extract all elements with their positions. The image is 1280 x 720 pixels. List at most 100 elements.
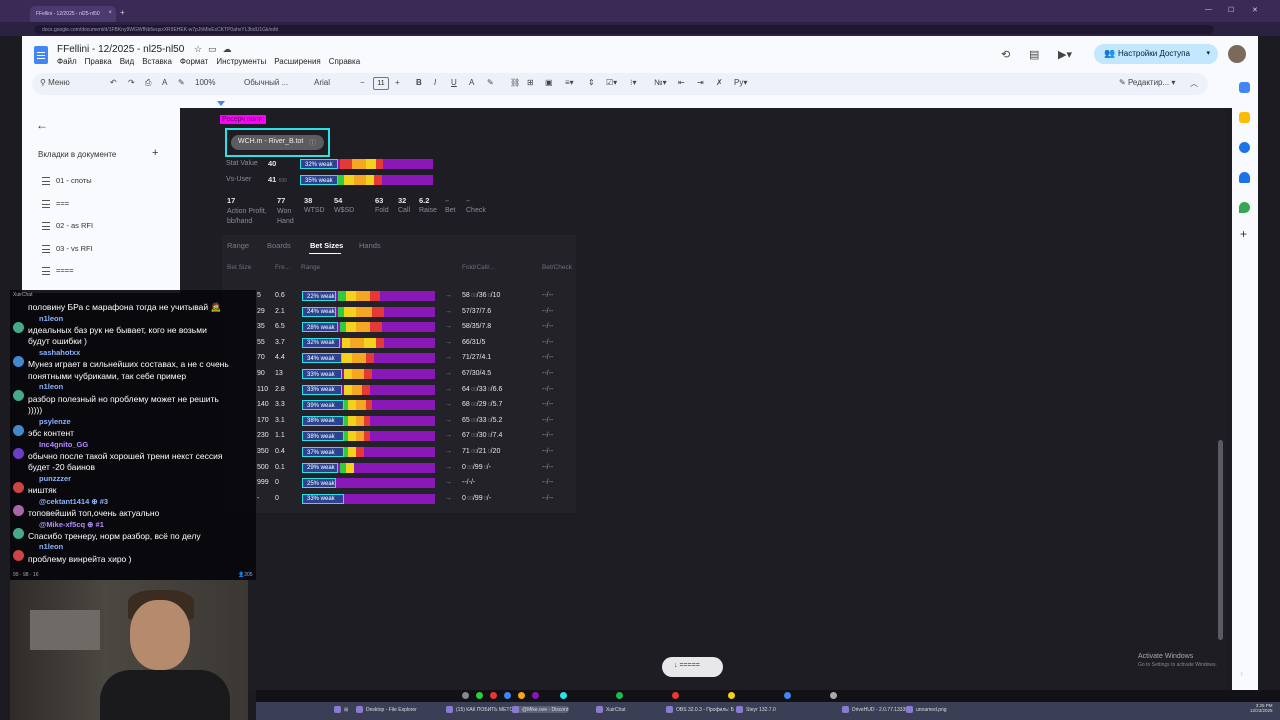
chat-username[interactable]: n1leon	[39, 382, 63, 391]
highlight-icon[interactable]: ✎	[487, 78, 494, 87]
star-icon[interactable]: ☆	[194, 44, 208, 54]
taskbar-item[interactable]: unnamed.png	[906, 706, 947, 713]
column-header-bet-size[interactable]: Bet Size	[227, 264, 251, 271]
chat-username[interactable]: sashahotxx	[39, 348, 80, 357]
docs-logo-icon[interactable]	[34, 46, 48, 64]
sidebar-item-spots[interactable]: 01 - споты	[42, 176, 92, 186]
menu-help[interactable]: Справка	[329, 57, 360, 66]
zoom-select[interactable]: 100%	[195, 78, 215, 87]
link-icon[interactable]: ⛓	[510, 78, 520, 87]
column-header-bet-check[interactable]: Bet/Check	[542, 264, 572, 271]
tray-app-icon[interactable]	[728, 692, 735, 699]
start-button[interactable]: ⊞	[334, 706, 348, 713]
tray-app-icon[interactable]	[560, 692, 567, 699]
line-spacing-icon[interactable]: ⇕	[588, 78, 595, 87]
taskbar-item[interactable]: (15) КАК ПОБИТЬ МЕТС	[446, 706, 513, 713]
menu-extensions[interactable]: Расширения	[274, 57, 321, 66]
editing-mode-select[interactable]: ✎ Редактир... ▾	[1119, 78, 1175, 87]
tasks-icon[interactable]	[1239, 142, 1250, 153]
column-header-frequency[interactable]: Fre...	[275, 264, 290, 271]
chat-username[interactable]: @Mike-xf5cq ⊕ #1	[39, 520, 104, 529]
keep-icon[interactable]	[1239, 112, 1250, 123]
menu-tools[interactable]: Инструменты	[216, 57, 266, 66]
tray-app-icon[interactable]	[784, 692, 791, 699]
menu-edit[interactable]: Правка	[85, 57, 112, 66]
text-color-icon[interactable]: A	[469, 78, 474, 87]
decrease-indent-icon[interactable]: ⇤	[678, 78, 685, 87]
tray-app-icon[interactable]	[532, 692, 539, 699]
checklist-icon[interactable]: ☑▾	[606, 78, 617, 87]
chevron-up-icon[interactable]: ︿	[1190, 78, 1198, 89]
comments-icon[interactable]: ▤	[1029, 48, 1039, 61]
back-arrow-icon[interactable]: ←	[36, 118, 48, 132]
font-size-input[interactable]: 11	[373, 77, 389, 90]
maps-icon[interactable]	[1239, 202, 1250, 213]
align-icon[interactable]: ≡▾	[565, 78, 574, 87]
contacts-icon[interactable]	[1239, 172, 1250, 183]
menu-file[interactable]: Файл	[57, 57, 77, 66]
tray-app-icon[interactable]	[462, 692, 469, 699]
paint-format-icon[interactable]: ✎	[178, 78, 185, 87]
tab-hands[interactable]: Hands	[359, 241, 381, 250]
input-tools-icon[interactable]: Py▾	[734, 78, 747, 87]
sidebar-item-as-rfi[interactable]: 02 - as RFI	[42, 221, 93, 231]
chat-username[interactable]: Inc4gnito_GG	[39, 440, 88, 449]
chat-username[interactable]: n1leon	[39, 542, 63, 551]
style-select[interactable]: Обычный ...	[244, 78, 288, 87]
maximize-icon[interactable]: ☐	[1228, 6, 1234, 14]
taskbar-item[interactable]: XuirChat	[596, 706, 625, 713]
print-icon[interactable]: ⎙	[145, 78, 151, 88]
chat-username[interactable]: n1leon	[39, 314, 63, 323]
system-clock[interactable]: 3:25 PM 12/23/2025	[1250, 703, 1273, 713]
share-button[interactable]: 👥 Настройки Доступа ▾	[1094, 44, 1218, 64]
meet-icon[interactable]: ▶▾	[1058, 48, 1072, 61]
taskbar-item[interactable]: DriveHUD - 2.0.77.13335	[842, 706, 908, 713]
cloud-icon[interactable]: ☁	[223, 44, 238, 54]
taskbar-item[interactable]: Steyr 132.7.0	[736, 706, 776, 713]
calendar-icon[interactable]	[1239, 82, 1250, 93]
browser-tab[interactable]: FFellini - 12/2025 - nl25-nl50 ×	[30, 6, 116, 22]
font-size-increase-icon[interactable]: +	[395, 78, 400, 87]
redo-icon[interactable]: ↷	[128, 78, 135, 87]
tab-range[interactable]: Range	[227, 241, 249, 250]
taskbar-item[interactable]: @Mike.ove - Discord	[512, 706, 569, 713]
clear-formatting-icon[interactable]: ✗	[716, 78, 723, 87]
tray-app-icon[interactable]	[490, 692, 497, 699]
sidebar-item-vs-rfi[interactable]: 03 - vs RFI	[42, 244, 93, 254]
chat-username[interactable]: @cektant1414 ⊕ #3	[39, 497, 108, 506]
menu-search[interactable]: ⚲ Меню	[40, 78, 70, 87]
tray-app-icon[interactable]	[476, 692, 483, 699]
tab-bet-sizes[interactable]: Bet Sizes	[310, 241, 343, 250]
scroll-to-outline-button[interactable]: ↓ =====	[662, 657, 723, 677]
tray-app-icon[interactable]	[830, 692, 837, 699]
minimize-icon[interactable]: —	[1205, 6, 1212, 13]
document-title[interactable]: FFellini - 12/2025 - nl25-nl50	[57, 44, 184, 55]
underline-icon[interactable]: U	[451, 78, 457, 87]
chevron-right-icon[interactable]: ›	[1240, 668, 1243, 678]
new-tab-icon[interactable]: +	[120, 8, 125, 17]
bold-icon[interactable]: B	[416, 78, 422, 87]
close-icon[interactable]: ×	[108, 10, 112, 16]
sidebar-item-separator-1[interactable]: ===	[42, 199, 69, 209]
column-header-range[interactable]: Range	[301, 264, 320, 271]
add-addon-icon[interactable]: +	[1240, 227, 1247, 241]
tray-app-icon[interactable]	[616, 692, 623, 699]
add-comment-icon[interactable]: ⊞	[527, 78, 534, 87]
avatar[interactable]	[1228, 45, 1246, 63]
history-icon[interactable]: ⟲	[1001, 48, 1010, 61]
player-selector[interactable]: WCH.m - River_B.tot ⓘ	[225, 128, 330, 157]
column-header-fold-call[interactable]: Fold/Call/...	[462, 264, 495, 271]
insert-image-icon[interactable]: ▣	[545, 78, 553, 87]
chat-username[interactable]: punzzzer	[39, 474, 71, 483]
undo-icon[interactable]: ↶	[110, 78, 117, 87]
italic-icon[interactable]: I	[434, 78, 436, 87]
numbered-list-icon[interactable]: №▾	[654, 78, 667, 87]
tray-app-icon[interactable]	[672, 692, 679, 699]
scrollbar[interactable]	[1218, 440, 1223, 640]
menu-format[interactable]: Формат	[180, 57, 208, 66]
move-folder-icon[interactable]: ▭	[208, 44, 223, 54]
taskbar-item[interactable]: OBS 32.0.3 - Профиль: Б	[666, 706, 734, 713]
player-name[interactable]: WCH.m - River_B.tot ⓘ	[231, 135, 324, 150]
taskbar-item[interactable]: Desktop - File Explorer	[356, 706, 417, 713]
tab-boards[interactable]: Boards	[267, 241, 291, 250]
